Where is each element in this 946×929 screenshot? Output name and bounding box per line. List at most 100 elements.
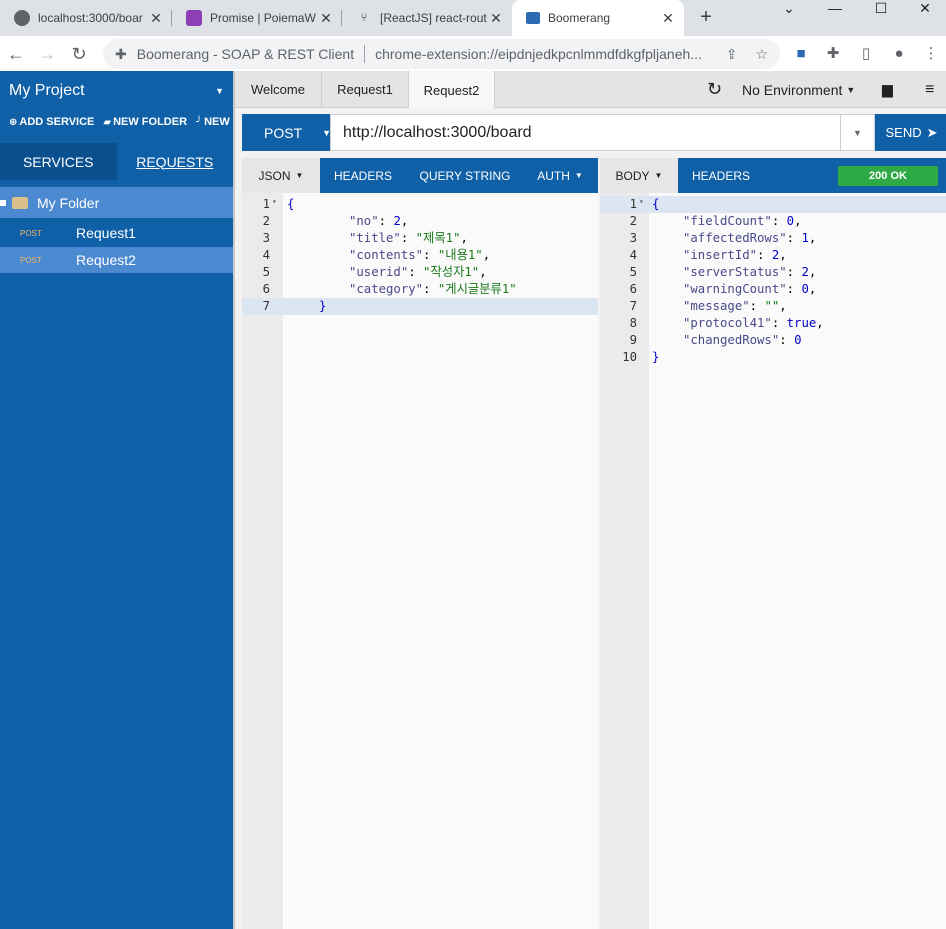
send-icon: ➤ — [926, 124, 938, 140]
request-method-label: POST — [20, 255, 42, 265]
json-colon: : — [786, 231, 802, 245]
json-colon: : — [779, 333, 795, 347]
code-line: "affectedRows": 1, — [683, 230, 816, 247]
json-value: 2 — [801, 265, 809, 279]
extensions-icon[interactable]: ✚ — [822, 43, 844, 65]
method-selector[interactable]: POST ▼ — [242, 114, 331, 151]
sidebar-tabs: SERVICES REQUESTS — [0, 143, 233, 180]
close-icon[interactable]: ✕ — [318, 10, 334, 27]
tab-json[interactable]: JSON ▼ — [242, 158, 320, 193]
tab-body[interactable]: BODY ▼ — [600, 158, 678, 193]
json-value: 1 — [801, 231, 809, 245]
brace-open: { — [652, 197, 660, 211]
json-colon: : — [423, 282, 438, 296]
tab-request2[interactable]: Request2 — [409, 71, 495, 109]
json-key: "userid" — [349, 265, 409, 279]
send-button[interactable]: SEND ➤ — [875, 114, 946, 151]
line-number: 7 — [629, 299, 637, 313]
line-number: 6 — [262, 282, 270, 296]
tab-json-label: JSON — [258, 168, 291, 183]
tab-services[interactable]: SERVICES — [0, 143, 117, 180]
omnibox[interactable]: ✚ Boomerang - SOAP & REST Client chrome-… — [103, 39, 780, 69]
star-icon[interactable]: ☆ — [755, 46, 768, 63]
json-comma: , — [794, 214, 802, 228]
comment-icon[interactable]: ▆ — [882, 71, 893, 108]
menu-icon[interactable]: ≡ — [925, 71, 934, 108]
new-request-button[interactable]: ╯ NEW — [196, 116, 230, 128]
line-number: 9 — [629, 333, 637, 347]
line-number: 3 — [629, 231, 637, 245]
add-service-button[interactable]: ⊕ ADD SERVICE — [9, 116, 94, 128]
browser-tab-active[interactable]: Boomerang ✕ — [512, 0, 684, 36]
json-colon: : — [408, 265, 424, 279]
share-icon[interactable]: ⇪ — [726, 46, 738, 63]
line-number: 4 — [262, 248, 270, 262]
chevron-down-icon[interactable]: ⌄ — [766, 0, 812, 30]
tab-query-string[interactable]: QUERY STRING — [406, 158, 524, 193]
tab-body-label: BODY — [615, 168, 650, 183]
json-value: "작성자1" — [423, 265, 480, 279]
new-tab-button[interactable]: + — [695, 6, 717, 28]
reload-button[interactable]: ↻ — [66, 41, 92, 67]
close-icon[interactable]: ✕ — [660, 10, 676, 27]
avatar[interactable]: ● — [888, 43, 910, 65]
json-value: 0 — [786, 214, 795, 228]
tab-auth-label: AUTH — [537, 168, 570, 183]
close-icon[interactable]: ✕ — [488, 10, 504, 27]
tab-response-headers[interactable]: HEADERS — [678, 158, 764, 193]
json-comma: , — [808, 282, 817, 296]
request-body-editor[interactable]: 1 ▾ 2 3 4 5 6 7{"no": 2, "title": "제목1", "content… — [242, 193, 598, 929]
code-line: "warningCount": 0, — [683, 281, 816, 298]
json-comma: , — [460, 231, 468, 245]
project-selector[interactable]: My Project ▼ — [0, 71, 233, 111]
more-menu-icon[interactable]: ⋮ — [920, 43, 942, 65]
close-icon[interactable]: ✕ — [148, 10, 164, 27]
json-key: "title" — [349, 231, 401, 245]
caret-down-icon: ▼ — [574, 171, 583, 180]
maximize-button[interactable]: ☐ — [858, 0, 904, 30]
url-history-dropdown[interactable]: ▼ — [841, 114, 875, 151]
tab-welcome[interactable]: Welcome — [235, 71, 322, 108]
json-comma: , — [808, 231, 817, 245]
code-line: "category": "게시글분류1" — [349, 281, 517, 298]
json-colon: : — [786, 265, 802, 279]
tab-auth[interactable]: AUTH ▼ — [524, 158, 596, 193]
line-number: 2 — [262, 214, 270, 228]
boomerang-extension-icon[interactable]: ■ — [790, 43, 812, 65]
response-body-viewer[interactable]: 1 ▾ 2 3 4 5 6 7 8 9 10{"fieldCount": 0, "affectedRo… — [600, 193, 946, 929]
brace-close: } — [652, 350, 660, 364]
back-button[interactable]: ← — [3, 41, 29, 67]
json-comma: , — [479, 265, 487, 279]
browser-tab[interactable]: Promise | PoiemaW ✕ — [172, 0, 342, 36]
browser-tab[interactable]: localhost:3000/boar ✕ — [0, 0, 172, 36]
request-pane: JSON ▼ HEADERS QUERY STRING AUTH ▼ 1 ▾ 2 3 4 5 6… — [242, 158, 598, 929]
tab-request1[interactable]: Request1 — [322, 71, 409, 108]
json-key: "warningCount" — [683, 282, 787, 296]
browser-toolbar: ← → ↻ ✚ Boomerang - SOAP & REST Client c… — [0, 36, 946, 71]
folder-item[interactable]: My Folder — [0, 187, 233, 218]
brace-close: } — [319, 299, 327, 313]
window-close-button[interactable]: ✕ — [902, 0, 946, 30]
tab-requests[interactable]: REQUESTS — [117, 143, 234, 180]
json-key: "serverStatus" — [683, 265, 787, 279]
line-number: 5 — [262, 265, 270, 279]
code-line: "contents": "내용1", — [349, 247, 490, 264]
json-colon: : — [378, 214, 394, 228]
browser-tab[interactable]: ⑂ [ReactJS] react-rout ✕ — [342, 0, 512, 36]
tab-headers[interactable]: HEADERS — [320, 158, 406, 193]
refresh-icon[interactable]: ↻ — [707, 71, 722, 108]
sidebar-request-item[interactable]: POST Request1 — [0, 220, 233, 246]
browser-tab-title: Boomerang — [548, 11, 611, 25]
json-colon: : — [423, 248, 438, 262]
environment-selector[interactable]: No Environment ▼ — [742, 71, 855, 108]
json-key: "fieldCount" — [683, 214, 772, 228]
url-input[interactable] — [330, 114, 841, 151]
new-folder-button[interactable]: ▰ NEW FOLDER — [103, 116, 187, 128]
minimize-button[interactable]: — — [812, 0, 858, 30]
side-panel-icon[interactable]: ▯ — [855, 43, 877, 65]
forward-button[interactable]: → — [34, 41, 60, 67]
status-badge: 200 OK — [838, 165, 938, 186]
url-bar: POST ▼ ▼ SEND ➤ — [242, 114, 946, 151]
json-value: "게시글분류1" — [437, 282, 517, 296]
sidebar-request-item-selected[interactable]: POST Request2 — [0, 247, 233, 273]
